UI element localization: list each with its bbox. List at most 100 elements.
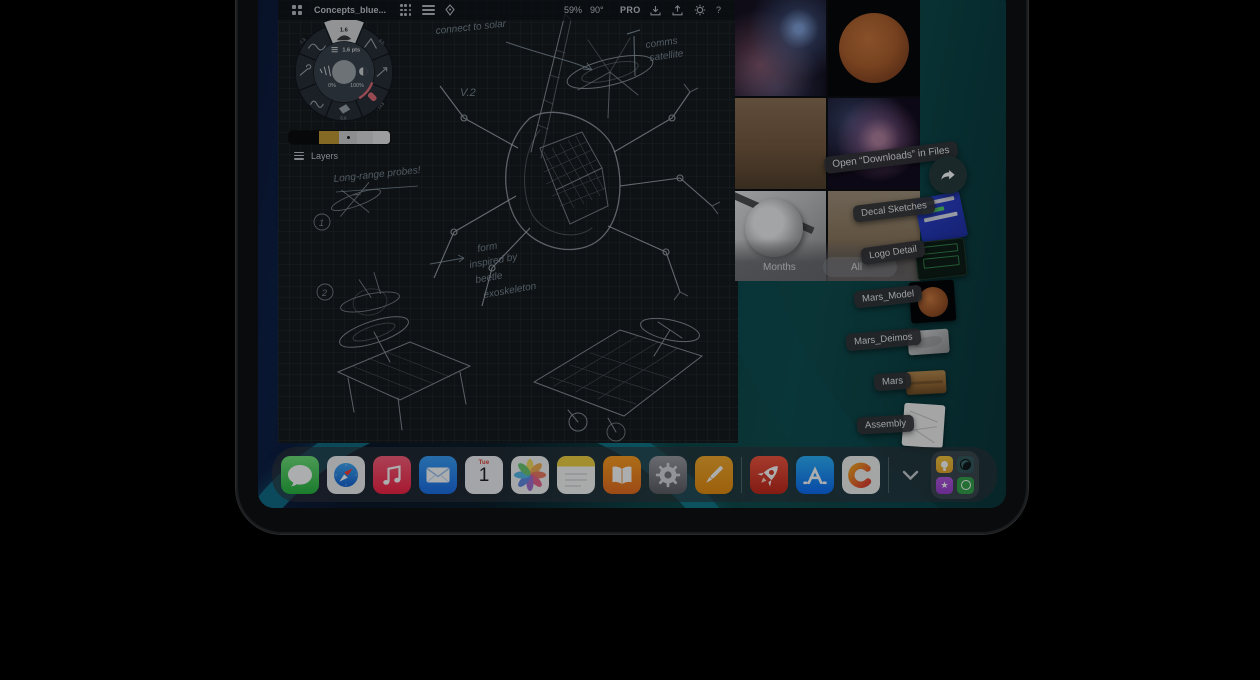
dock-app-mail[interactable] [419, 456, 457, 494]
tips-mini-icon [936, 456, 953, 473]
concepts-canvas[interactable]: connect to solar comms satellite V.2 Lon… [278, 0, 738, 443]
import-tray-icon [650, 5, 661, 16]
photo-thumb-mars-globe[interactable] [828, 0, 920, 96]
rocket-icon [750, 456, 788, 494]
stroke-size-label: 1.6 pts [342, 48, 360, 54]
chevron-down-button[interactable] [897, 456, 923, 494]
max-value: 100% [350, 83, 364, 89]
tool-size-marker: 6.8 [340, 115, 347, 120]
workspace-grid-button[interactable] [292, 0, 302, 20]
app-library-tile[interactable]: ★ [931, 451, 979, 499]
mars-planet [839, 13, 909, 83]
swatch-lightest-gray[interactable] [373, 131, 390, 144]
notes-icon [557, 456, 595, 494]
dock-app-settings[interactable] [649, 456, 687, 494]
annotation-comms-2: satellite [649, 48, 685, 64]
dock-app-photos[interactable] [511, 456, 549, 494]
dock-divider [888, 457, 889, 493]
ipad-screen: connect to solar comms satellite V.2 Lon… [258, 0, 1006, 508]
annotation-num-2: 2 [321, 288, 327, 298]
calendar-day: 1 [465, 465, 503, 487]
safari-icon [327, 456, 365, 494]
photos-flower-icon [511, 456, 549, 494]
photo-thumb-horsehead-nebula[interactable] [735, 0, 826, 96]
dock-app-music[interactable] [373, 456, 411, 494]
concepts-toolbar: Concepts_blue... 59% 90° PRO ? [278, 0, 738, 21]
dock-app-app-store[interactable] [796, 456, 834, 494]
drag-thumb-mars[interactable] [905, 370, 946, 395]
ipad-device: connect to solar comms satellite V.2 Lon… [236, 0, 1028, 534]
dock-app-rocket[interactable] [750, 456, 788, 494]
camera-mini-icon [957, 456, 974, 473]
assembly-line [916, 430, 935, 443]
dock-divider [741, 457, 742, 493]
layers-label: Layers [311, 151, 338, 161]
pen-mode-button[interactable] [444, 0, 456, 20]
annotation-connect: connect to solar [435, 19, 507, 37]
dock: Tue 1 [272, 447, 997, 502]
annotation-probes: Long-range probes! [333, 165, 421, 185]
active-tool-size: 1.6 [340, 27, 349, 33]
chevron-down-icon [902, 469, 919, 481]
star-mini-icon: ★ [936, 477, 953, 494]
settings-button[interactable] [694, 0, 706, 20]
mars-streak [909, 380, 943, 385]
annotation-inspired-4: exoskeleton [483, 281, 538, 301]
share-up-icon [672, 5, 683, 16]
logo-outline [922, 243, 959, 255]
pen-nib-icon [444, 4, 456, 16]
dock-app-pages[interactable] [695, 456, 733, 494]
clock-mini-icon [957, 477, 974, 494]
annotation-inspired-3: beetle [475, 270, 504, 286]
drag-label-mars[interactable]: Mars [873, 372, 911, 392]
segment-all[interactable]: All [851, 262, 862, 273]
concepts-c-icon [842, 456, 880, 494]
segment-months[interactable]: Months [763, 262, 796, 273]
photos-panel: Months All [735, 0, 920, 281]
app-store-icon [796, 456, 834, 494]
annotation-inspired-1: form [477, 241, 499, 255]
stack-button[interactable] [422, 0, 435, 20]
dock-app-concepts[interactable] [842, 456, 880, 494]
tool-wheel-knob[interactable] [332, 60, 356, 84]
hamburger-icon [294, 150, 304, 161]
tool-wheel[interactable]: 1.3 3.5 14.5 6.8 1.6 1.6 pts 0% 100% [292, 20, 396, 124]
forward-arrow-icon [937, 164, 959, 186]
photo-thumb-orion-nebula[interactable] [828, 98, 920, 189]
annotation-num-1: 1 [319, 218, 324, 228]
mail-icon [419, 456, 457, 494]
rotation-value[interactable]: 90° [590, 0, 604, 20]
min-value: 0% [328, 83, 336, 89]
annotation-version: V.2 [460, 87, 476, 99]
dock-app-books[interactable] [603, 456, 641, 494]
dock-app-notes[interactable] [557, 456, 595, 494]
selected-swatch-dot [347, 136, 350, 139]
annotation-inspired-2: inspired by [469, 252, 520, 271]
grid-3x3-dots-icon [400, 4, 411, 15]
drag-label-assembly[interactable]: Assembly [857, 415, 915, 435]
messages-icon [281, 456, 319, 494]
swatch-light-gray[interactable] [339, 131, 357, 144]
music-icon [373, 456, 411, 494]
gallery-button[interactable] [400, 0, 411, 20]
books-icon [603, 456, 641, 494]
dock-app-calendar[interactable]: Tue 1 [465, 456, 503, 494]
help-button[interactable]: ? [716, 0, 721, 20]
export-button[interactable] [672, 0, 683, 20]
swatch-lighter-gray[interactable] [357, 131, 373, 144]
dock-app-safari[interactable] [327, 456, 365, 494]
share-forward-button[interactable] [929, 156, 967, 194]
swatch-black[interactable] [289, 131, 319, 144]
import-button[interactable] [650, 0, 661, 20]
logo-outline [923, 255, 960, 269]
color-swatch-bar[interactable] [289, 131, 390, 144]
dock-app-messages[interactable] [281, 456, 319, 494]
layers-stack-icon [422, 4, 435, 17]
grid-2x2-icon [292, 5, 302, 15]
photo-thumb-desert-dunes[interactable] [735, 98, 826, 189]
pro-badge[interactable]: PRO [620, 0, 641, 20]
zoom-level[interactable]: 59% [564, 0, 582, 20]
swatch-gold[interactable] [319, 131, 339, 144]
layers-panel-toggle[interactable]: Layers [294, 150, 338, 161]
document-title[interactable]: Concepts_blue... [314, 0, 386, 20]
